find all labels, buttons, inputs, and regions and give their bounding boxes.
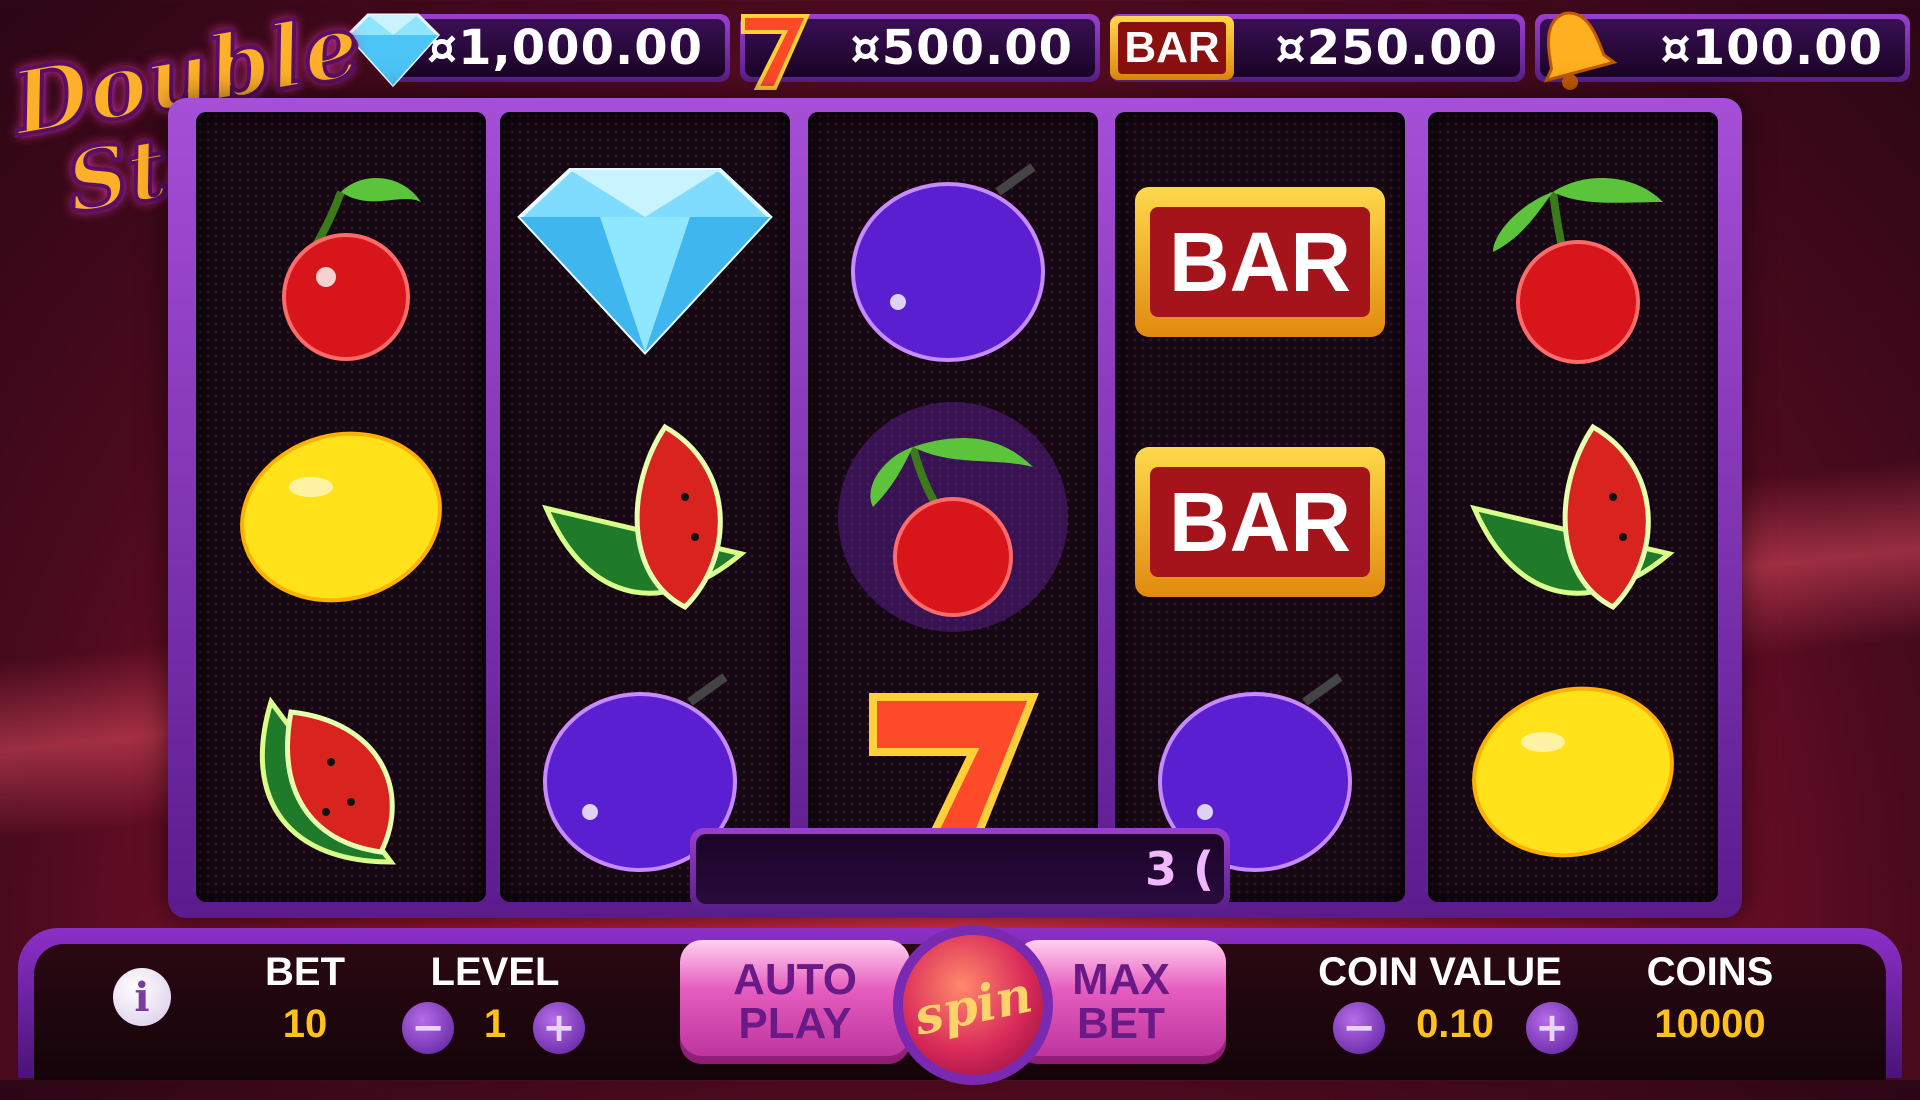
autoplay-button[interactable]: AUTO PLAY — [680, 940, 910, 1064]
info-button[interactable]: i — [113, 968, 171, 1026]
jackpot-diamond-value: ¤1,000.00 — [426, 20, 703, 76]
plum-icon — [808, 132, 1098, 392]
coin-value-minus-button[interactable]: − — [1333, 1002, 1385, 1054]
bell-icon — [1543, 11, 1618, 90]
level-plus-button[interactable]: + — [533, 1002, 585, 1054]
watermelon-icon — [196, 642, 486, 902]
level-value: 1 — [483, 1002, 507, 1046]
bet-label: BET — [265, 950, 345, 994]
cherry-icon — [196, 132, 486, 392]
bet-value: 10 — [282, 1002, 328, 1046]
lemon-icon — [196, 387, 486, 647]
bar-symbol-icon: BAR — [1115, 132, 1405, 392]
win-display-value: 3 ( — [1144, 842, 1214, 896]
reel-2 — [500, 112, 790, 902]
jackpot-seven-value: ¤500.00 — [850, 20, 1073, 76]
bar-symbol-label: BAR — [1150, 467, 1370, 577]
coin-value: 0.10 — [1416, 1002, 1494, 1046]
reel-1 — [196, 112, 486, 902]
coin-value-plus-button[interactable]: + — [1526, 1002, 1578, 1054]
cherry-icon — [1428, 132, 1718, 392]
seven-icon — [741, 14, 811, 90]
coin-value-label: COIN VALUE — [1318, 950, 1562, 994]
watermelon-icon — [500, 387, 790, 647]
reel-3 — [808, 112, 1098, 902]
diamond-symbol-icon — [500, 132, 790, 392]
autoplay-label-1: AUTO — [733, 955, 857, 1004]
bar-icon-label: BAR — [1118, 22, 1226, 74]
autoplay-label-2: PLAY — [738, 999, 852, 1048]
cherry-icon — [808, 387, 1098, 647]
max-bet-label-2: BET — [1077, 999, 1165, 1048]
reel-5 — [1428, 112, 1718, 902]
spin-label: spin — [908, 963, 1038, 1047]
coins-label: COINS — [1646, 950, 1774, 994]
jackpot-bell-value: ¤100.00 — [1660, 20, 1883, 76]
reel-4: BAR BAR — [1115, 112, 1405, 902]
bar-symbol-icon: BAR — [1115, 392, 1405, 652]
max-bet-label-1: MAX — [1072, 955, 1170, 1004]
bar-icon: BAR — [1110, 16, 1234, 80]
watermelon-icon — [1428, 387, 1718, 647]
jackpot-bar-value: ¤250.00 — [1275, 20, 1498, 76]
lemon-icon — [1428, 642, 1718, 902]
win-display: 3 ( — [690, 828, 1230, 910]
level-minus-button[interactable]: − — [402, 1002, 454, 1054]
level-label: LEVEL — [430, 950, 560, 994]
bar-symbol-label: BAR — [1150, 207, 1370, 317]
coins-value: 10000 — [1654, 1002, 1766, 1046]
